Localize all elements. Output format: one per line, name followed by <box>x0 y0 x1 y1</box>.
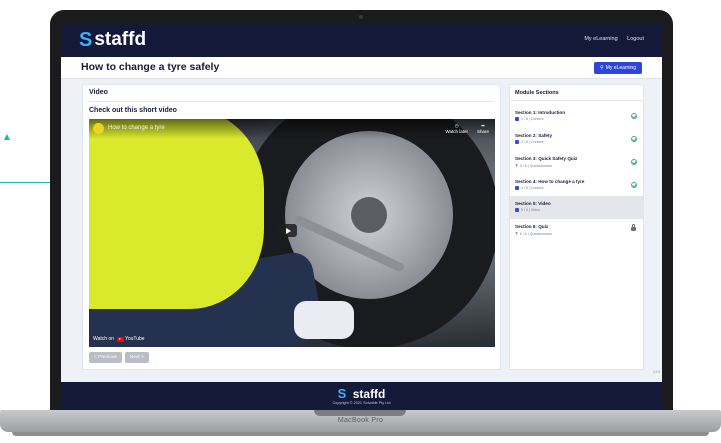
laptop-screen: S staffd My eLearning Logout How to chan… <box>61 24 662 409</box>
section-meta: 4 / 6 | Content <box>515 186 544 190</box>
section-meta: 1 / 6 | Content <box>515 117 544 121</box>
play-button[interactable] <box>279 224 297 237</box>
pagination: < Previous Next > <box>89 352 149 363</box>
video-hivis-jacket <box>89 119 264 309</box>
youtube-logo: YouTube <box>116 336 145 342</box>
logo-mark-icon: S <box>79 28 93 51</box>
content-icon <box>515 186 519 190</box>
app-footer: S staffd Copyright © 2021 Solvable Pty L… <box>61 382 662 409</box>
watch-on-label: Watch on <box>93 336 114 342</box>
section-title: Section 3: Quick Safety Quiz <box>515 156 578 161</box>
section-title: Section 6: Quiz <box>515 224 549 229</box>
logo-text: staffd <box>94 29 147 50</box>
video-glove <box>294 301 354 339</box>
section-title: Section 2: Safety <box>515 133 553 138</box>
share-button[interactable]: ➦ Share <box>477 123 489 134</box>
section-meta: 2 / 6 | Content <box>515 140 544 144</box>
previous-button[interactable]: < Previous <box>89 352 122 363</box>
section-meta: 5 / 6 | Video <box>515 208 540 212</box>
section-title: Section 5: Video <box>515 201 551 206</box>
watch-later-button[interactable]: ◷ Watch later <box>445 123 468 134</box>
header-nav: My eLearning Logout <box>576 36 644 42</box>
sidebar-section-4[interactable]: Section 4: How to change a tyre 4 / 6 | C… <box>510 174 643 197</box>
youtube-wordmark: YouTube <box>124 336 145 342</box>
section-meta-text: 2 / 6 | Content <box>521 140 544 144</box>
card-title: Video <box>89 89 108 96</box>
content-icon <box>515 117 519 121</box>
sidebar-section-3[interactable]: Section 3: Quick Safety Quiz? 3 / 6 | Que… <box>510 151 643 174</box>
page-title-bar: How to change a tyre safely ⚲ My eLearni… <box>61 57 662 79</box>
video-hub <box>351 197 387 233</box>
content-card: Video Check out this short video How to … <box>82 84 501 370</box>
section-meta-text: 3 / 6 | Questionnaire <box>519 163 553 168</box>
check-circle-icon <box>631 182 637 188</box>
footer-logo-mark-icon: S <box>337 386 347 401</box>
section-meta-text: 6 / 6 | Questionnaire <box>519 231 553 236</box>
copyright-text: Copyright © 2021 Solvable Pty Ltd <box>332 401 391 405</box>
content-icon <box>515 140 519 144</box>
sidebar-section-2[interactable]: Section 2: Safety 2 / 6 | Content <box>510 128 643 151</box>
quiz-icon: ? <box>515 231 518 236</box>
sidebar-section-1[interactable]: Section 1: Introduction 1 / 6 | Content <box>510 105 643 128</box>
section-title: Section 1: Introduction <box>515 110 566 115</box>
share-label: Share <box>476 129 489 134</box>
video-player[interactable]: How to change a tyre ◷ Watch later ➦ Sha… <box>89 119 495 347</box>
version-label: v1.0 <box>653 370 660 374</box>
watch-on-youtube-link[interactable]: Watch on YouTube <box>93 336 145 342</box>
check-circle-icon <box>631 136 637 142</box>
channel-avatar[interactable] <box>93 123 104 134</box>
section-meta-text: 5 / 6 | Video <box>521 208 541 212</box>
module-sections-title: Module Sections <box>515 90 559 96</box>
page-title: How to change a tyre safely <box>81 61 220 73</box>
app-header: S staffd My eLearning Logout <box>61 24 662 57</box>
section-meta-text: 1 / 6 | Content <box>521 117 544 121</box>
section-subtitle: Check out this short video <box>89 107 177 114</box>
my-elearning-button-label: My eLearning <box>605 65 636 71</box>
youtube-play-icon <box>116 336 124 342</box>
lock-icon <box>631 224 636 231</box>
search-icon: ⚲ <box>600 65 604 71</box>
camera-dot <box>359 15 363 19</box>
laptop-lid: S staffd My eLearning Logout How to chan… <box>50 10 673 422</box>
my-elearning-button[interactable]: ⚲ My eLearning <box>594 62 642 74</box>
sidebar-section-6[interactable]: Section 6: Quiz? 6 / 6 | Questionnaire <box>510 219 643 242</box>
video-icon <box>515 208 519 212</box>
section-meta: ? 3 / 6 | Questionnaire <box>515 163 552 168</box>
laptop-base-shadow <box>12 432 709 436</box>
card-divider <box>89 101 494 102</box>
nav-my-elearning[interactable]: My eLearning <box>584 36 617 42</box>
footer-logo-text: staffd <box>352 387 386 401</box>
section-meta-text: 4 / 6 | Content <box>521 186 544 190</box>
section-meta: ? 6 / 6 | Questionnaire <box>515 231 552 236</box>
video-title[interactable]: How to change a tyre <box>108 125 165 131</box>
quiz-icon: ? <box>515 163 518 168</box>
laptop-model-label: MacBook Pro <box>337 417 384 424</box>
panel-divider <box>510 100 643 101</box>
check-circle-icon <box>631 159 637 165</box>
app-logo[interactable]: S staffd <box>79 29 146 51</box>
next-button[interactable]: Next > <box>124 352 149 363</box>
laptop-notch <box>314 410 406 416</box>
sidebar-section-5[interactable]: Section 5: Video 5 / 6 | Video <box>510 196 643 219</box>
annotation-arrow <box>4 134 10 140</box>
watch-later-label: Watch later <box>445 129 468 134</box>
nav-logout[interactable]: Logout <box>627 36 644 42</box>
section-title: Section 4: How to change a tyre <box>515 179 585 184</box>
module-sections-panel: Module Sections Section 1: Introduction 1… <box>509 84 644 370</box>
check-circle-icon <box>631 113 637 119</box>
